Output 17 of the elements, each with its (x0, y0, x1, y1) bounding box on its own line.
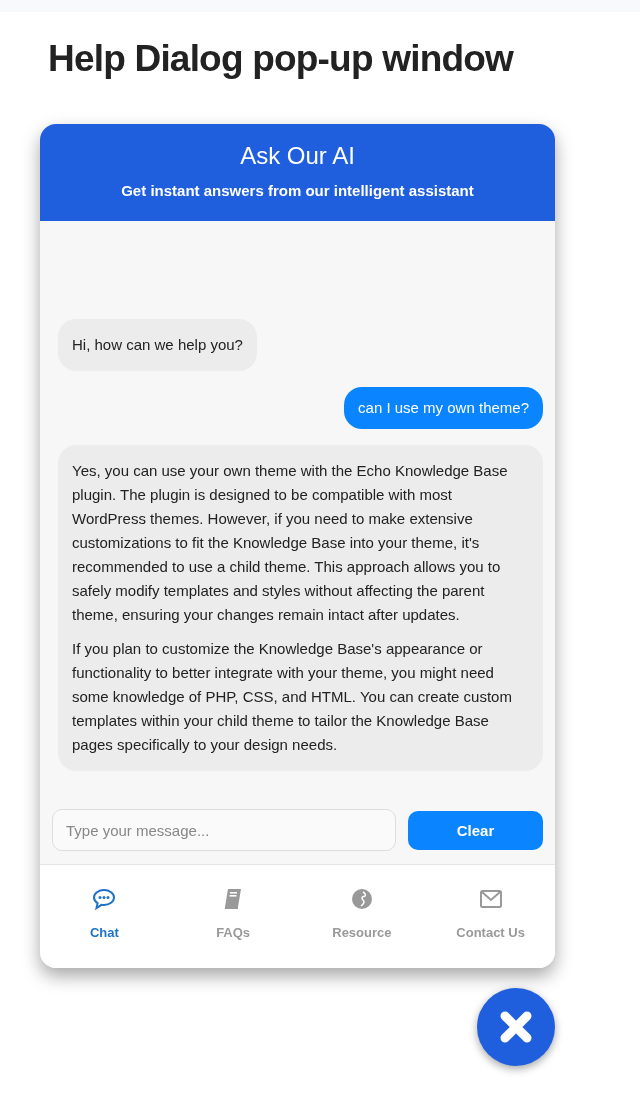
nav-tab[interactable]: FAQs (168, 865, 298, 968)
bot-message: Yes, you can use your own theme with the Echo Knowledge Base plugin. The plugin is designed to be compatible with most WordPress themes. However, if you need to make extensive customizations to fit the Knowledge Base into your theme, it's recommended to use a child theme. This approach allows you to safely modify templates and styles without affecting the parent theme, ensuring your changes remain intact after updates. If you plan to customize the Knowledge Base's appearance or functionality to better integrate with your theme, you might need some knowledge of PHP, CSS, and HTML. You can create custom templates within your child theme to tailor the Knowledge Base pages specifically to your design needs. (58, 445, 543, 771)
nav-tab[interactable]: Contact Us (426, 865, 555, 968)
dialog-subtitle: Get instant answers from our intelligent assistant (120, 182, 475, 199)
page-title: Help Dialog pop-up window (48, 37, 515, 81)
user-message: can I use my own theme? (344, 387, 543, 429)
nav-tab[interactable]: Chat (40, 865, 169, 968)
clear-button[interactable]: Clear (408, 811, 543, 850)
close-button[interactable] (477, 988, 555, 1066)
envelope-icon (478, 887, 503, 911)
chat-bubble-icon (92, 887, 117, 911)
bot-message: Hi, how can we help you? (58, 319, 257, 371)
nav-tab[interactable]: Resource (297, 865, 427, 968)
close-icon (498, 1009, 534, 1045)
globe-icon (349, 887, 374, 911)
message-input[interactable]: Type your message... (52, 809, 396, 851)
dialog-title: Ask Our AI (239, 142, 356, 170)
